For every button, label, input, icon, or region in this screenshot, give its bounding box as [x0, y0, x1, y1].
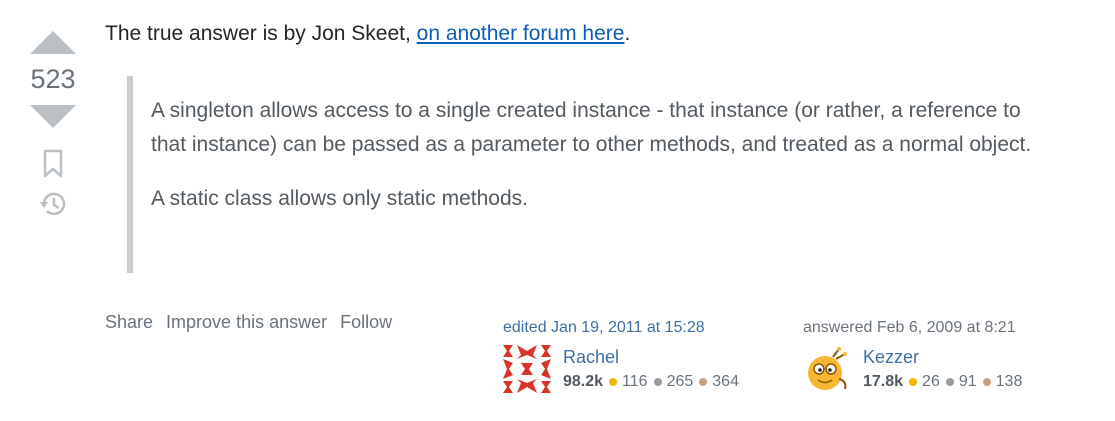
follow-link[interactable]: Follow: [340, 312, 392, 333]
forum-link[interactable]: on another forum here: [417, 22, 625, 45]
gold-badge-icon: [609, 378, 618, 386]
editor-signature: edited Jan 19, 2011 at 15:28 Rachel 98.2…: [503, 318, 783, 393]
editor-name[interactable]: Rachel: [563, 345, 745, 369]
editor-flair: 98.2k 116 265 364: [563, 371, 745, 393]
bronze-count: 138: [995, 373, 1023, 390]
upvote-icon[interactable]: [28, 28, 78, 56]
intro-text: The true answer is by Jon Skeet,: [105, 22, 417, 45]
gold-badges: 116: [609, 371, 648, 393]
silver-count: 265: [666, 373, 694, 390]
quote-paragraph: A static class allows only static method…: [151, 187, 528, 210]
post-menu: Share Improve this answer Follow: [105, 312, 405, 333]
silver-count: 91: [958, 373, 977, 390]
bronze-badge-icon: [982, 378, 991, 386]
answer-body: The true answer is by Jon Skeet, on anot…: [105, 18, 1065, 273]
editor-avatar[interactable]: [503, 345, 551, 393]
improve-answer-link[interactable]: Improve this answer: [166, 312, 327, 333]
silver-badge-icon: [945, 378, 954, 386]
owner-details: Kezzer 17.8k 26 91 138: [863, 345, 1028, 393]
owner-flair: 17.8k 26 91 138: [863, 371, 1028, 393]
downvote-icon[interactable]: [28, 103, 78, 131]
silver-badges: 91: [945, 371, 977, 393]
bronze-count: 364: [712, 373, 739, 390]
edited-timestamp[interactable]: edited Jan 19, 2011 at 15:28: [503, 318, 783, 338]
gold-badges: 26: [909, 371, 940, 393]
history-icon[interactable]: [38, 189, 68, 219]
owner-avatar[interactable]: [803, 345, 851, 393]
bookmark-icon[interactable]: [41, 149, 65, 179]
gold-count: 26: [922, 373, 940, 390]
intro-end: .: [624, 22, 631, 45]
answered-timestamp[interactable]: answered Feb 6, 2009 at 8:21: [803, 318, 1083, 338]
silver-badge-icon: [653, 378, 662, 386]
owner-name[interactable]: Kezzer: [863, 345, 1028, 369]
vote-count: 523: [30, 64, 76, 94]
owner-user-card: Kezzer 17.8k 26 91 138: [803, 345, 1083, 393]
gold-count: 116: [622, 373, 648, 390]
silver-badges: 265: [653, 371, 694, 393]
vote-column: 523: [26, 28, 80, 219]
blockquote: A singleton allows access to a single cr…: [127, 76, 1057, 273]
bronze-badge-icon: [699, 378, 708, 386]
editor-details: Rachel 98.2k 116 265 364: [563, 345, 745, 393]
share-link[interactable]: Share: [105, 312, 153, 333]
reputation-score: 98.2k: [563, 373, 604, 390]
owner-signature: answered Feb 6, 2009 at 8:21 Kezzer 17.8…: [803, 318, 1083, 393]
gold-badge-icon: [909, 378, 918, 386]
bronze-badges: 138: [982, 371, 1023, 393]
reputation-score: 17.8k: [863, 373, 904, 390]
answer-intro: The true answer is by Jon Skeet, on anot…: [105, 18, 1065, 50]
bronze-badges: 364: [699, 371, 739, 393]
quote-paragraph: A singleton allows access to a single cr…: [151, 99, 1032, 156]
editor-user-card: Rachel 98.2k 116 265 364: [503, 345, 783, 393]
